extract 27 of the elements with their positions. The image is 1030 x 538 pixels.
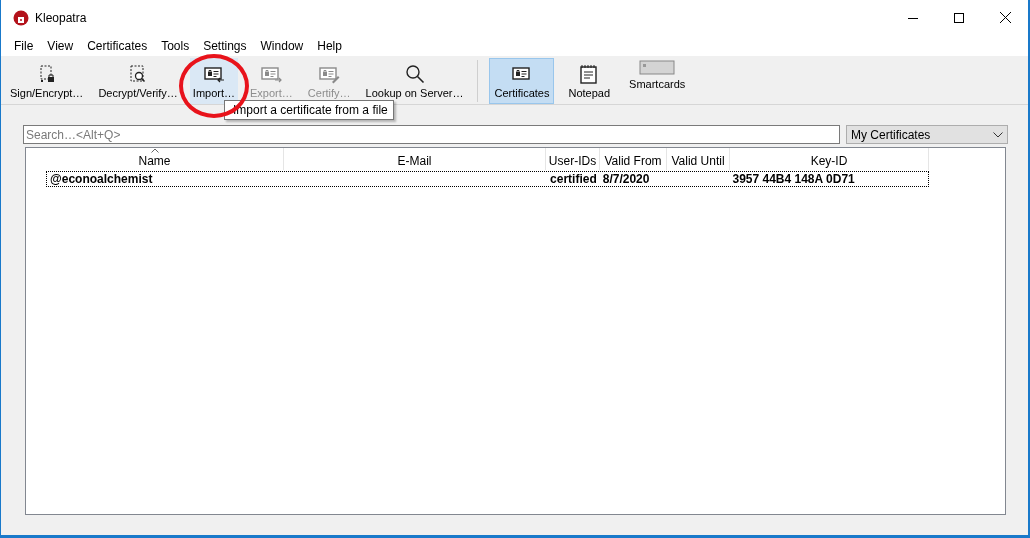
column-header[interactable]: Valid From <box>600 148 667 170</box>
table-cell: certified <box>550 172 597 186</box>
menu-item[interactable]: Settings <box>196 38 254 53</box>
column-header[interactable]: Key-ID <box>730 148 929 170</box>
window-title: Kleopatra <box>35 10 88 25</box>
column-header[interactable]: User-IDs <box>546 148 600 170</box>
menu-item[interactable]: Tools <box>154 38 197 53</box>
view-tab[interactable]: Smartcards <box>624 58 691 104</box>
menu-item[interactable]: View <box>40 38 81 53</box>
column-header[interactable]: E-Mail <box>284 148 546 170</box>
menu-item[interactable]: Certificates <box>80 38 155 53</box>
toolbar-button[interactable]: Sign/Encrypt… <box>7 58 87 104</box>
menu-item[interactable]: Window <box>253 38 311 53</box>
view-tab[interactable]: Notepad <box>563 58 616 104</box>
view-tab[interactable]: Certificates <box>489 58 555 104</box>
table-cell: 3957 44B4 148A 0D71 <box>732 172 855 186</box>
menu-item[interactable]: Help <box>310 38 349 53</box>
filter-dropdown[interactable]: My Certificates <box>846 125 1008 144</box>
table-cell: 8/7/2020 <box>602 172 650 186</box>
table-cell: @econoalchemist <box>50 172 153 186</box>
column-header[interactable]: Name <box>26 148 284 170</box>
toolbar-button[interactable]: Decrypt/Verify… <box>95 58 181 104</box>
column-header[interactable]: Valid Until <box>667 148 730 170</box>
menu-item[interactable]: File <box>7 38 41 53</box>
search-field[interactable]: Search…<Alt+Q> <box>23 125 840 144</box>
table-row[interactable]: @econoalchemist certified 8/7/2020 3957 44B4 148A 0D71 <box>46 171 929 187</box>
toolbar-button[interactable]: Import… <box>189 58 239 104</box>
